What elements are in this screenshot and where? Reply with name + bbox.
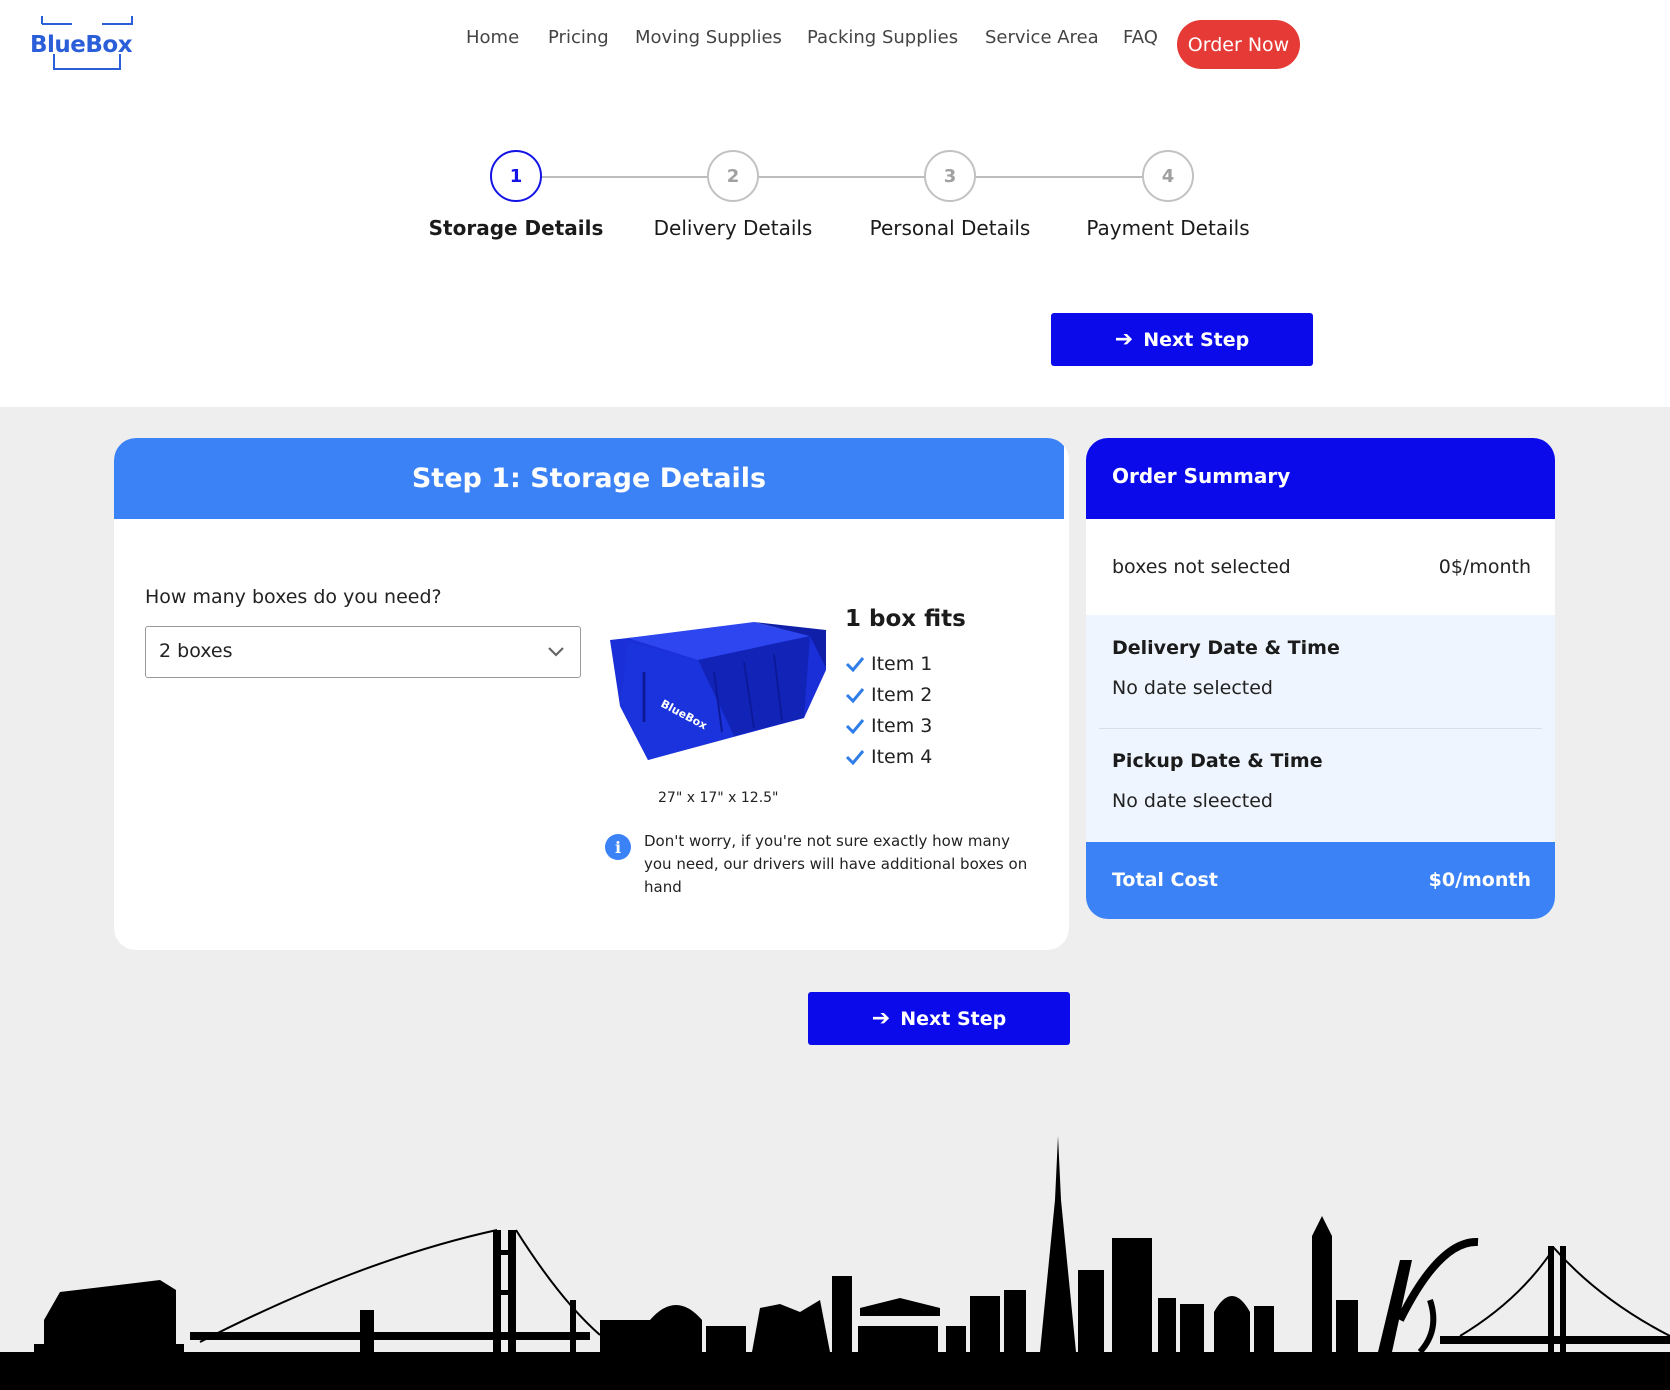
check-icon (845, 749, 865, 765)
summary-total-row: Total Cost $0/month (1086, 842, 1555, 919)
step-connector (976, 176, 1144, 178)
summary-boxes-label: boxes not selected (1112, 556, 1291, 578)
box-fits-title: 1 box fits (845, 606, 966, 632)
next-step-button-top[interactable]: ➔ Next Step (1051, 313, 1313, 366)
step-3-label: Personal Details (869, 216, 1031, 240)
step-4-indicator[interactable]: 4 (1142, 150, 1194, 202)
list-item: Item 1 (845, 648, 1025, 679)
delivery-date-value: No date selected (1112, 677, 1273, 699)
step-1-label: Storage Details (428, 216, 604, 240)
total-cost-label: Total Cost (1112, 869, 1218, 891)
next-step-label: Next Step (1143, 328, 1250, 351)
order-summary-card: Order Summary boxes not selected 0$/mont… (1086, 438, 1555, 919)
arrow-right-icon: ➔ (1114, 326, 1134, 352)
progress-stepper: 1 2 3 4 Storage Details Delivery Details… (0, 150, 1670, 250)
summary-dates-block: Delivery Date & Time No date selected Pi… (1086, 615, 1555, 842)
arrow-right-icon: ➔ (871, 1005, 891, 1031)
info-note: Don't worry, if you're not sure exactly … (644, 832, 1028, 896)
pickup-date-title: Pickup Date & Time (1112, 750, 1323, 772)
step-4-label: Payment Details (1086, 216, 1250, 240)
next-step-button-bottom[interactable]: ➔ Next Step (808, 992, 1070, 1045)
step-connector (542, 176, 708, 178)
nav-faq[interactable]: FAQ (1123, 26, 1158, 50)
summary-boxes-price: 0$/month (1438, 556, 1531, 578)
site-header: BlueBox Home Pricing Moving Supplies Pac… (0, 0, 1670, 90)
nav-pricing[interactable]: Pricing (548, 26, 609, 50)
check-icon (845, 687, 865, 703)
check-icon (845, 656, 865, 672)
chevron-down-icon (548, 647, 564, 657)
box-count-value: 2 boxes (159, 640, 233, 662)
order-summary-title: Order Summary (1086, 438, 1555, 519)
info-icon: i (605, 834, 631, 860)
city-skyline-illustration (0, 1136, 1670, 1390)
storage-box-image: BlueBox (610, 622, 826, 760)
list-item: Item 4 (845, 741, 1025, 772)
summary-boxes-row: boxes not selected 0$/month (1086, 519, 1555, 615)
step-2-label: Delivery Details (653, 216, 813, 240)
nav-moving-supplies[interactable]: Moving Supplies (635, 26, 782, 50)
delivery-date-title: Delivery Date & Time (1112, 637, 1340, 659)
list-item: Item 3 (845, 710, 1025, 741)
nav-home[interactable]: Home (466, 26, 519, 50)
storage-card-title: Step 1: Storage Details (114, 438, 1064, 519)
summary-divider (1099, 728, 1542, 729)
nav-service-area[interactable]: Service Area (985, 26, 1099, 50)
total-cost-value: $0/month (1428, 869, 1531, 891)
box-fits-list: Item 1 Item 2 Item 3 Item 4 (845, 648, 1025, 772)
fit-item-label: Item 2 (871, 683, 933, 706)
fit-item-label: Item 4 (871, 745, 933, 768)
box-dimensions: 27" x 17" x 12.5" (658, 790, 779, 806)
fit-item-label: Item 1 (871, 652, 933, 675)
box-count-select[interactable]: 2 boxes (145, 626, 581, 678)
storage-details-card: Step 1: Storage Details How many boxes d… (114, 438, 1069, 950)
nav-packing-supplies[interactable]: Packing Supplies (807, 26, 958, 50)
fit-item-label: Item 3 (871, 714, 933, 737)
next-step-label: Next Step (900, 1007, 1007, 1030)
box-count-label: How many boxes do you need? (145, 586, 442, 608)
main-nav: Home Pricing Moving Supplies Packing Sup… (0, 26, 1670, 56)
order-now-button[interactable]: Order Now (1177, 20, 1300, 69)
check-icon (845, 718, 865, 734)
step-1-indicator[interactable]: 1 (490, 150, 542, 202)
step-connector (759, 176, 925, 178)
pickup-date-value: No date sleected (1112, 790, 1273, 812)
list-item: Item 2 (845, 679, 1025, 710)
step-2-indicator[interactable]: 2 (707, 150, 759, 202)
step-3-indicator[interactable]: 3 (924, 150, 976, 202)
